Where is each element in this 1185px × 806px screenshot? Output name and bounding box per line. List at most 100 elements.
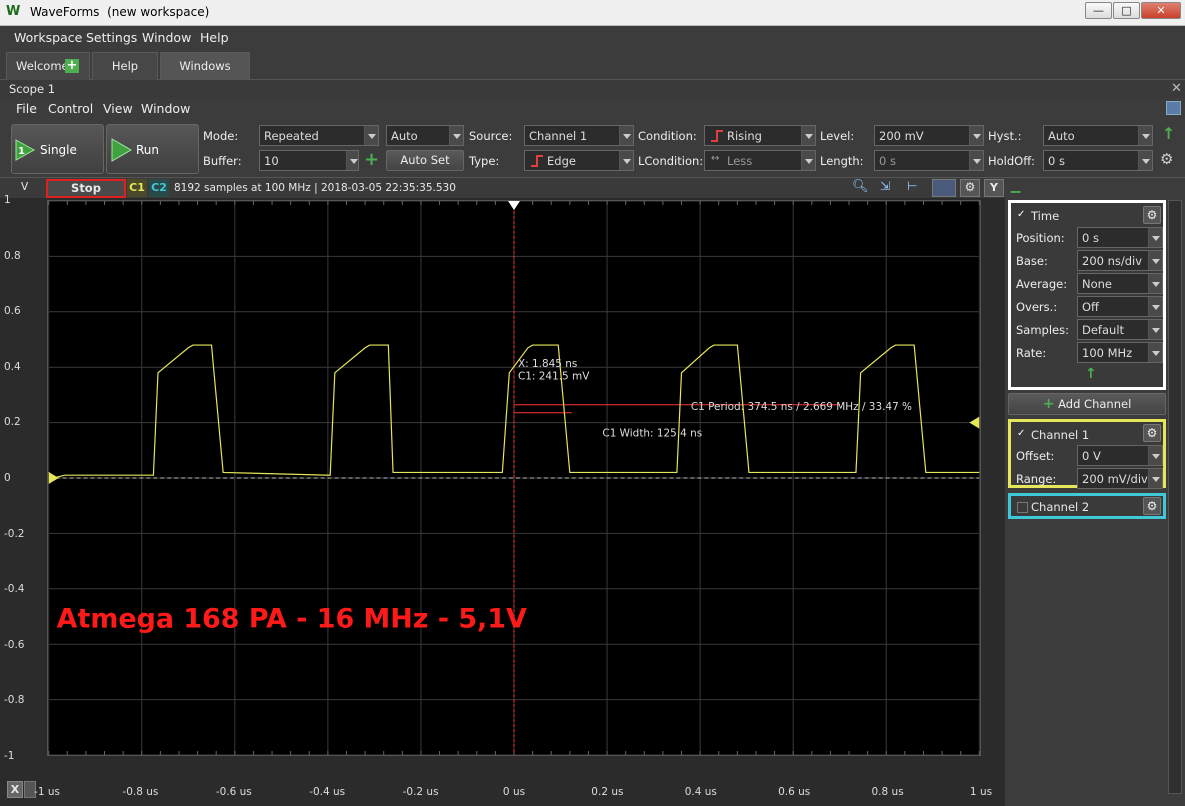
time-row-select[interactable]: None [1077,273,1163,294]
c1-offset-marker [48,472,59,484]
scope-menu-view[interactable]: View [103,101,133,116]
channel2-checkbox[interactable] [1017,502,1028,513]
add-channel-plus-icon: + [1042,396,1055,412]
x-tick-label: -0.4 us [309,786,346,798]
cursor-x-readout: X: 1.845 ns [518,358,577,370]
x-tick-label: 0.4 us [684,786,717,798]
level-input[interactable]: 200 mV [874,125,984,146]
menu-settings[interactable]: Settings [86,30,137,45]
menu-help[interactable]: Help [200,30,229,45]
tab-welcome[interactable]: Welcome + [6,52,90,80]
scope-menu-bar: File Control View Window [0,98,1185,120]
mode-label: Mode: [203,129,239,143]
measure-tool-icon[interactable]: ⊢ [907,179,917,193]
x-tick-label: 0.6 us [778,786,811,798]
time-row-select[interactable]: 200 ns/div [1077,250,1163,271]
svg-text:1: 1 [18,146,25,157]
board-annotation: Atmega 168 PA - 16 MHz - 5,1V [57,604,527,635]
tab-help[interactable]: Help [92,52,158,80]
channel1-gear-icon[interactable]: ⚙ [1143,424,1161,442]
condition-select[interactable]: Rising [704,125,816,146]
menu-window[interactable]: Window [142,30,191,45]
lcondition-label: LCondition: [638,154,704,168]
plot-area: V Stop C1 C2 8192 samples at 100 MHz | 2… [0,178,1005,806]
channel2-title: Channel 2 [1031,500,1090,514]
y-tick-label: -0.2 [4,527,25,540]
source-label: Source: [469,129,513,143]
menu-workspace[interactable]: Workspace [14,30,82,45]
trigger-settings-gear-icon[interactable]: ⚙ [1160,150,1173,168]
tab-bar: Welcome + Help Windows [0,50,1185,80]
y-axis-button[interactable]: Y [984,179,1004,197]
unit-label: V [21,181,29,193]
close-button[interactable]: ✕ [1141,2,1181,19]
channel1-offset-label: Offset: [1016,449,1055,463]
stop-button[interactable]: Stop [46,179,126,198]
acquisition-toolbar: 1 Single Run Mode: Repeated Buffer: 10 +… [0,120,1185,178]
c1-toggle[interactable]: C1 [127,179,147,197]
y-tick-label: 0 [4,472,11,484]
side-panel: − ✓ Time ⚙ Position: 0 s Base: 200 ns/div Av… [1005,178,1185,806]
minimize-button[interactable]: — [1085,2,1112,19]
time-checkbox[interactable]: ✓ [1017,210,1028,221]
channel1-offset-input[interactable]: 0 V [1077,445,1163,466]
hyst-select[interactable]: Auto [1043,125,1153,146]
x-tick-label: 0.8 us [871,786,904,798]
time-row-select[interactable]: 100 MHz [1077,342,1163,363]
tab-windows[interactable]: Windows [160,52,250,80]
add-channel-button[interactable]: + Add Channel [1008,393,1166,415]
scope-plot[interactable]: X: 1.845 nsC1: 241.5 mV C1 Period: 374.5 … [47,200,981,756]
time-row-select[interactable]: Off [1077,296,1163,317]
maximize-button[interactable]: □ [1113,2,1140,19]
arrow-up-icon[interactable]: ↑ [1162,124,1175,143]
channel2-panel: Channel 2 ⚙ [1008,493,1166,519]
single-button[interactable]: 1 Single [11,124,104,174]
rising-edge-icon [711,130,723,142]
time-gear-icon[interactable]: ⚙ [1143,206,1161,224]
close-scope-icon[interactable]: ✕ [1171,81,1182,96]
x-tick-label: 1 us [969,786,993,798]
length-input[interactable]: 0 s [874,150,984,171]
time-row-select[interactable]: Default [1077,319,1163,340]
trigger-position-marker [508,201,520,210]
autoset-button[interactable]: Auto Set [386,150,464,171]
dock-icon[interactable] [1166,101,1181,115]
run-button[interactable]: Run [106,124,199,174]
channel1-range-select[interactable]: 200 mV/div [1077,468,1163,489]
buffer-input[interactable]: 10 [259,150,359,171]
add-buffer-icon[interactable]: + [364,149,379,170]
rate-up-arrow-icon[interactable]: ↑ [1085,366,1097,382]
add-tab-icon[interactable]: + [65,59,79,73]
c2-toggle[interactable]: C2 [149,179,169,197]
y-tick-label: 0.4 [4,360,21,373]
channel1-panel: ✓ Channel 1 ⚙ Offset: 0 V Range: 200 mV/… [1008,419,1166,489]
run-play-icon [111,138,132,162]
scope-menu-file[interactable]: File [16,101,37,116]
source-select[interactable]: Channel 1 [524,125,634,146]
scope-menu-control[interactable]: Control [48,101,93,116]
channel2-gear-icon[interactable]: ⚙ [1143,497,1161,515]
hyst-label: Hyst.: [988,129,1022,143]
time-row-label: Base: [1016,254,1048,268]
scope-menu-window[interactable]: Window [141,101,190,116]
type-select[interactable]: Edge [524,150,634,171]
single-play-icon: 1 [15,139,36,161]
trigger-level-marker [969,416,980,429]
x-tick-label: -0.6 us [215,786,252,798]
mode-select[interactable]: Repeated [259,125,379,146]
time-row-label: Position: [1016,231,1065,245]
holdoff-input[interactable]: 0 s [1043,150,1153,171]
channel1-checkbox[interactable]: ✓ [1017,429,1028,440]
zoom-icon[interactable]: 🔍︎ [852,179,869,194]
app-logo-icon: W [6,4,21,19]
lcondition-select[interactable]: ↔ Less [704,150,816,171]
trigger-mode-select[interactable]: Auto [386,125,464,146]
cursor-tool-icon[interactable]: ⇲ [880,179,890,193]
plot-settings-gear-icon[interactable]: ⚙ [960,179,980,197]
collapse-panel-icon[interactable]: − [1009,182,1022,201]
level-label: Level: [820,129,855,143]
view-mode-icon[interactable] [932,179,956,197]
time-title: Time [1031,209,1060,223]
time-row-select[interactable]: 0 s [1077,227,1163,248]
side-scrollbar[interactable] [1168,200,1182,794]
